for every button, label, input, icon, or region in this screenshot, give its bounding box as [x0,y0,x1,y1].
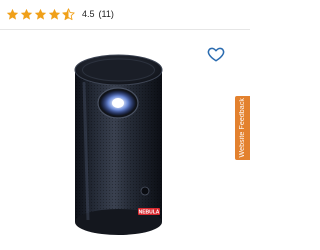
website-feedback-tab[interactable]: Website Feedback [235,96,250,160]
product-rating[interactable]: 4.5 (11) [6,6,114,22]
star-rating [6,7,76,21]
star-full-icon [6,8,19,20]
svg-text:NEBULA: NEBULA [139,210,160,216]
product-image[interactable]: NEBULA [0,30,250,250]
heart-outline-icon[interactable] [207,45,225,63]
star-full-icon [34,8,47,20]
star-full-icon [20,8,33,20]
rating-value: 4.5 [82,9,95,19]
website-feedback-label: Website Feedback [239,98,246,158]
star-half-icon [62,7,75,20]
review-count: (11) [98,9,114,19]
star-full-icon [48,8,61,20]
